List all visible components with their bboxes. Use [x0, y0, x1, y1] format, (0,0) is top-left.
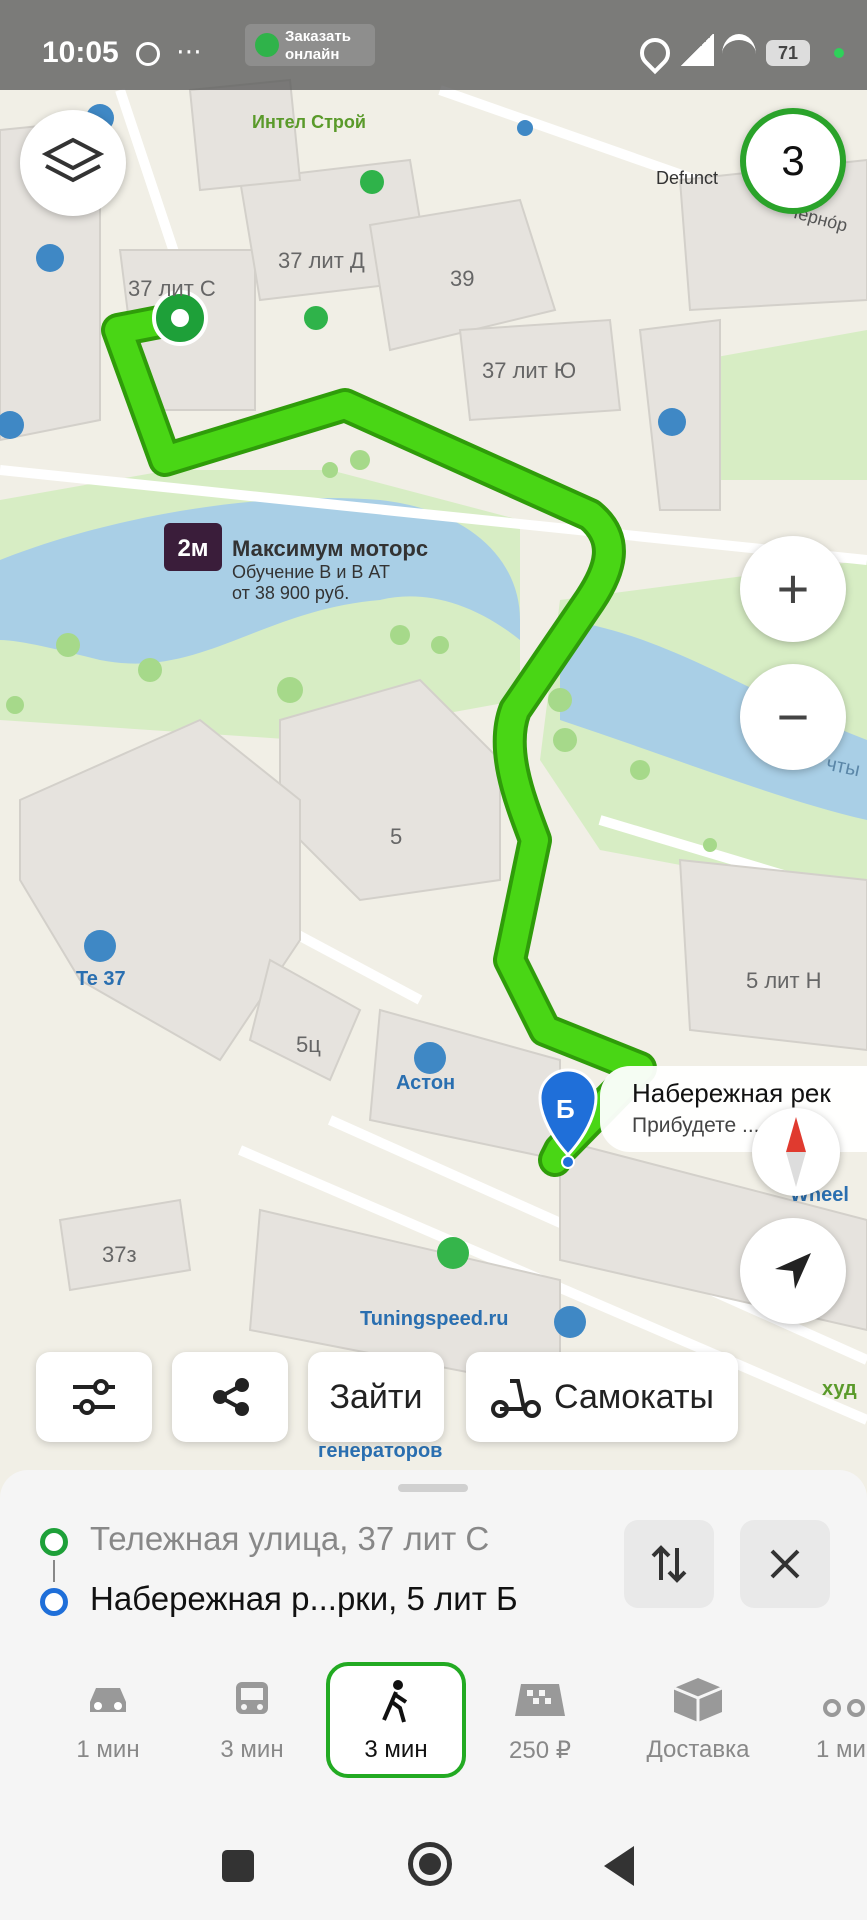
map-label-building: 37 лит Ю: [482, 358, 577, 383]
close-icon: [770, 1549, 800, 1579]
wifi-icon: [722, 34, 756, 74]
status-bar: 10:05 ⋯ Заказать онлайн 71: [0, 0, 867, 90]
map-label-poi[interactable]: худ: [822, 1378, 857, 1401]
home-inner-dot: [419, 1853, 441, 1875]
sliders-icon: [73, 1379, 115, 1415]
route-connector: [53, 1560, 55, 1582]
billboard-title: Максимум моторс: [232, 536, 429, 561]
order-online-button[interactable]: Заказать онлайн: [245, 24, 375, 66]
go-button[interactable]: Зайти: [308, 1352, 444, 1442]
car-icon: [90, 1688, 126, 1712]
destination-marker-label[interactable]: Б: [556, 1094, 575, 1125]
origin-dot-icon: [40, 1528, 68, 1556]
plus-icon: +: [776, 557, 810, 620]
map-label-poi[interactable]: Астон: [396, 1072, 455, 1095]
billboard-ad[interactable]: Максимум моторс Обучение В и В АТ от 38 …: [232, 536, 428, 604]
scooter-icon: [822, 1699, 865, 1717]
mode-car-time: 1 мин: [76, 1736, 140, 1763]
privacy-dot: [834, 48, 844, 58]
system-nav-bar: [0, 1830, 867, 1920]
share-icon: [213, 1378, 249, 1416]
map-label-intel[interactable]: Интел Строй: [252, 112, 366, 133]
traffic-level-button[interactable]: 3: [740, 108, 846, 214]
bus-icon: [236, 1682, 268, 1714]
swap-icon: [651, 1545, 687, 1583]
mode-scooter-time: 1 ми: [816, 1736, 866, 1763]
signal-icon: [680, 34, 714, 66]
map-label-building: 37 лит С: [128, 276, 216, 301]
walk-icon: [382, 1680, 408, 1723]
share-button[interactable]: [172, 1352, 288, 1442]
origin-field[interactable]: Тележная улица, 37 лит С: [90, 1520, 489, 1558]
billboard-line: от 38 900 руб.: [232, 583, 350, 603]
map-label-poi[interactable]: генераторов: [318, 1440, 442, 1463]
route-settings-button[interactable]: [36, 1352, 152, 1442]
scooter-icon: [491, 1379, 542, 1418]
navigation-arrow-icon: [775, 1253, 811, 1289]
mode-taxi[interactable]: 250 ₽: [470, 1662, 610, 1778]
mode-walk[interactable]: 3 мин: [326, 1662, 466, 1778]
destination-title: Набережная рек: [632, 1078, 831, 1108]
layers-icon: [42, 137, 104, 183]
minus-icon: −: [776, 685, 810, 748]
back-button[interactable]: [604, 1846, 634, 1886]
sheet-handle[interactable]: [398, 1484, 468, 1492]
map-label-building: 37 лит Д: [278, 248, 365, 273]
compass-icon: [786, 1117, 806, 1187]
mode-taxi-price: 250 ₽: [509, 1737, 571, 1764]
billboard-line: Обучение В и В АТ: [232, 562, 390, 582]
mode-transit[interactable]: 3 мин: [182, 1662, 322, 1778]
map-label-building: 5 лит Н: [746, 968, 822, 993]
destination-field[interactable]: Набережная р...рки, 5 лит Б: [90, 1580, 518, 1618]
scooters-button[interactable]: Самокаты: [466, 1352, 738, 1442]
taxi-icon: [515, 1684, 565, 1716]
battery-indicator: 71: [766, 40, 810, 66]
chat-icon: [136, 42, 160, 66]
layers-button[interactable]: [20, 110, 126, 216]
traffic-level-value: 3: [781, 137, 805, 184]
svg-text:2м: 2м: [177, 535, 208, 562]
compass-button[interactable]: [752, 1108, 840, 1196]
more-icon: ⋯: [176, 36, 202, 66]
status-time: 10:05: [42, 36, 119, 69]
zoom-in-button[interactable]: +: [740, 536, 846, 642]
map-label-poi[interactable]: Tuningspeed.ru: [360, 1308, 509, 1331]
mode-delivery[interactable]: Доставка: [630, 1662, 766, 1778]
mode-walk-time: 3 мин: [364, 1736, 428, 1763]
zoom-out-button[interactable]: −: [740, 664, 846, 770]
order-online-label: Заказать онлайн: [285, 28, 351, 63]
map-label-building: 5: [390, 824, 403, 849]
swap-route-button[interactable]: [624, 1520, 714, 1608]
mode-scooter[interactable]: 1 ми: [800, 1662, 867, 1778]
mode-delivery-label: Доставка: [646, 1736, 750, 1763]
mode-car[interactable]: 1 мин: [38, 1662, 178, 1778]
destination-dot-icon: [40, 1588, 68, 1616]
close-route-button[interactable]: [740, 1520, 830, 1608]
map-label-poi[interactable]: Te 37: [76, 968, 126, 991]
home-button[interactable]: [408, 1842, 452, 1886]
map-label-building: 5ц: [296, 1032, 321, 1057]
map-label-defunct[interactable]: Defunct: [656, 168, 718, 189]
location-icon: [633, 31, 677, 75]
box-icon: [673, 1678, 723, 1722]
recents-button[interactable]: [222, 1850, 254, 1882]
my-location-button[interactable]: [740, 1218, 846, 1324]
map-label-building: 37з: [102, 1242, 137, 1267]
mode-transit-time: 3 мин: [220, 1736, 284, 1763]
scooters-label: Самокаты: [554, 1377, 714, 1416]
flower-icon: [255, 33, 279, 57]
map-label-building: 39: [450, 266, 475, 291]
